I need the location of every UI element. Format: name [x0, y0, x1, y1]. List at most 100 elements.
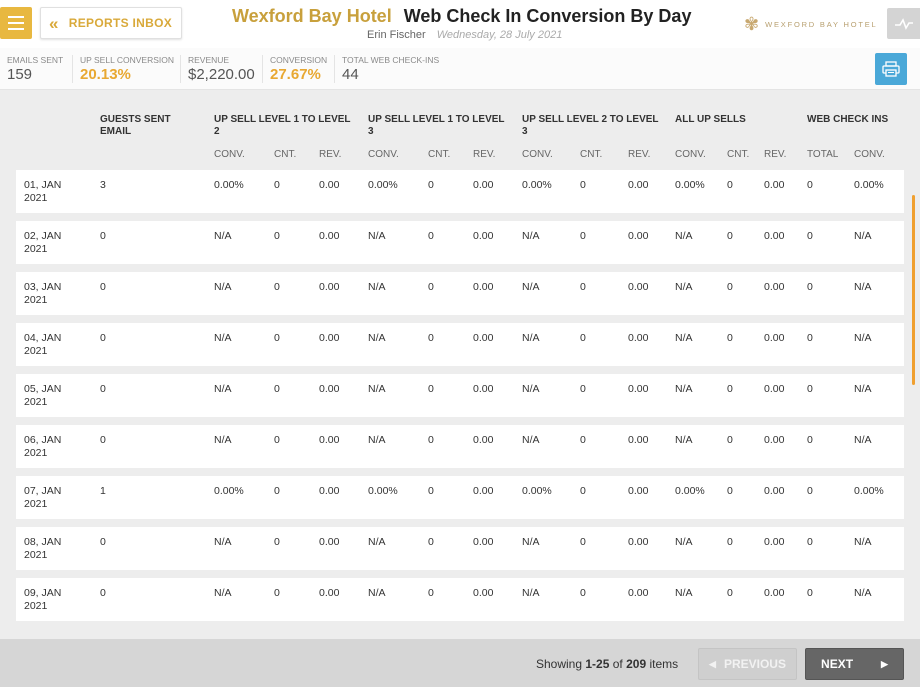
double-chevron-left-icon: « — [49, 13, 59, 33]
table-cell: N/A — [214, 281, 232, 293]
hamburger-icon — [8, 22, 24, 24]
row-date: 03, JAN 2021 — [24, 281, 62, 306]
row-date: 01, JAN 2021 — [24, 179, 62, 204]
column-header: UP SELL LEVEL 1 TO LEVEL 3 — [368, 114, 505, 137]
table-cell: 0.00 — [319, 230, 340, 242]
table-cell: N/A — [214, 230, 232, 242]
table-cell: 0.00 — [319, 587, 340, 599]
table-cell: 0 — [274, 434, 280, 446]
next-button[interactable]: NEXT ▶ — [805, 648, 904, 680]
table-cell: 0 — [807, 281, 813, 293]
menu-button[interactable] — [0, 7, 32, 39]
column-subheader: REV. — [764, 149, 787, 160]
chevron-right-icon: ▶ — [881, 658, 888, 669]
table-cell: 0 — [727, 281, 733, 293]
table-row[interactable]: 02, JAN 2021 0 N/A 0 0.00 N/A 0 0.00 N/A 0 0.00 N/A… — [16, 221, 904, 264]
table-cell: 0 — [580, 587, 586, 599]
table-cell: 0 — [428, 485, 434, 497]
vertical-scrollbar[interactable] — [912, 195, 915, 385]
print-button[interactable] — [875, 53, 907, 85]
stat-label: REVENUE — [188, 55, 230, 65]
table-cell: 0 — [428, 587, 434, 599]
table-cell: 0.00 — [764, 179, 785, 191]
table-cell: N/A — [522, 230, 540, 242]
logo-text: WEXFORD BAY HOTEL — [765, 19, 878, 29]
stat-label: EMAILS SENT — [7, 55, 64, 65]
report-title: Web Check In Conversion By Day — [403, 6, 692, 26]
table-row[interactable]: 03, JAN 2021 0 N/A 0 0.00 N/A 0 0.00 N/A 0 0.00 N/A… — [16, 272, 904, 315]
table-cell: 0 — [274, 485, 280, 497]
table-cell: N/A — [522, 536, 540, 548]
table-cell: 0 — [727, 587, 733, 599]
table-cell: 0 — [428, 281, 434, 293]
hotel-logo: ✾ WEXFORD BAY HOTEL — [744, 15, 878, 33]
table-cell: 0 — [100, 281, 106, 293]
user-name: Erin Fischer — [367, 29, 426, 41]
table-cell: N/A — [675, 281, 693, 293]
table-cell: 0 — [428, 536, 434, 548]
table-cell: 0 — [274, 332, 280, 344]
hotel-name: Wexford Bay Hotel — [232, 6, 392, 26]
table-cell: 0 — [428, 383, 434, 395]
table-cell: 0 — [100, 587, 106, 599]
column-header: UP SELL LEVEL 2 TO LEVEL 3 — [522, 114, 659, 137]
table-row[interactable]: 05, JAN 2021 0 N/A 0 0.00 N/A 0 0.00 N/A 0 0.00 N/A… — [16, 374, 904, 417]
column-subheader: CNT. — [727, 149, 750, 160]
table-cell: 0 — [807, 179, 813, 191]
table-cell: N/A — [214, 332, 232, 344]
table-cell: N/A — [368, 536, 386, 548]
table-cell: N/A — [854, 230, 872, 242]
table-row[interactable]: 09, JAN 2021 0 N/A 0 0.00 N/A 0 0.00 N/A 0 0.00 N/A… — [16, 578, 904, 621]
pagination-summary: Showing 1-25 of 209 items — [536, 657, 678, 671]
table-cell: N/A — [214, 434, 232, 446]
column-subheader: CONV. — [675, 149, 706, 160]
stat-conversion: CONVERSION 27.67% — [262, 55, 327, 83]
table-cell: N/A — [675, 332, 693, 344]
row-date: 02, JAN 2021 — [24, 230, 62, 255]
reports-inbox-button[interactable]: « REPORTS INBOX — [40, 7, 182, 39]
table-cell: 0.00 — [628, 230, 649, 242]
table-cell: 0.00 — [319, 434, 340, 446]
showing-range: 1-25 — [585, 657, 610, 671]
table-row[interactable]: 01, JAN 2021 3 0.00% 0 0.00 0.00% 0 0.00 0.00% 0 0… — [16, 170, 904, 213]
table-cell: 0 — [274, 230, 280, 242]
table-cell: 0 — [100, 332, 106, 344]
report-table: GUESTS SENT EMAIL UP SELL LEVEL 1 TO LEV… — [0, 91, 920, 639]
column-subheader: REV. — [473, 149, 496, 160]
table-cell: 0 — [274, 536, 280, 548]
table-cell: N/A — [368, 332, 386, 344]
table-cell: 0.00 — [764, 332, 785, 344]
table-cell: N/A — [675, 536, 693, 548]
table-row[interactable]: 07, JAN 2021 1 0.00% 0 0.00 0.00% 0 0.00 0.00% 0 0… — [16, 476, 904, 519]
table-cell: 0 — [100, 434, 106, 446]
table-row[interactable]: 06, JAN 2021 0 N/A 0 0.00 N/A 0 0.00 N/A 0 0.00 N/A… — [16, 425, 904, 468]
table-cell: 0 — [428, 332, 434, 344]
table-cell: 0 — [274, 281, 280, 293]
table-cell: 0 — [727, 383, 733, 395]
stat-upsell-conversion: UP SELL CONVERSION 20.13% — [72, 55, 174, 83]
previous-button[interactable]: ◀ PREVIOUS — [698, 648, 797, 680]
column-header: WEB CHECK INS — [807, 114, 889, 125]
table-cell: 0.00 — [319, 536, 340, 548]
table-cell: 0.00 — [764, 587, 785, 599]
table-cell: N/A — [675, 383, 693, 395]
table-cell: 0.00 — [473, 485, 494, 497]
stat-total-web-checkins: TOTAL WEB CHECK-INS 44 — [334, 55, 439, 83]
hamburger-icon — [8, 16, 24, 18]
column-subheader: CONV. — [214, 149, 245, 160]
header-bar: « REPORTS INBOX Wexford Bay Hotel Web Ch… — [0, 0, 920, 48]
column-subheader: TOTAL — [807, 149, 839, 160]
table-cell: 0 — [807, 332, 813, 344]
activity-button[interactable] — [887, 8, 920, 39]
table-cell: N/A — [368, 281, 386, 293]
column-subheader: CNT. — [580, 149, 603, 160]
table-cell: 0 — [807, 485, 813, 497]
table-cell: N/A — [214, 536, 232, 548]
table-cell: 0 — [580, 332, 586, 344]
table-row[interactable]: 08, JAN 2021 0 N/A 0 0.00 N/A 0 0.00 N/A 0 0.00 N/A… — [16, 527, 904, 570]
table-row[interactable]: 04, JAN 2021 0 N/A 0 0.00 N/A 0 0.00 N/A 0 0.00 N/A… — [16, 323, 904, 366]
table-cell: 0 — [807, 434, 813, 446]
table-cell: 0.00 — [473, 281, 494, 293]
table-cell: 0.00 — [628, 485, 649, 497]
stat-value: 159 — [7, 66, 33, 83]
